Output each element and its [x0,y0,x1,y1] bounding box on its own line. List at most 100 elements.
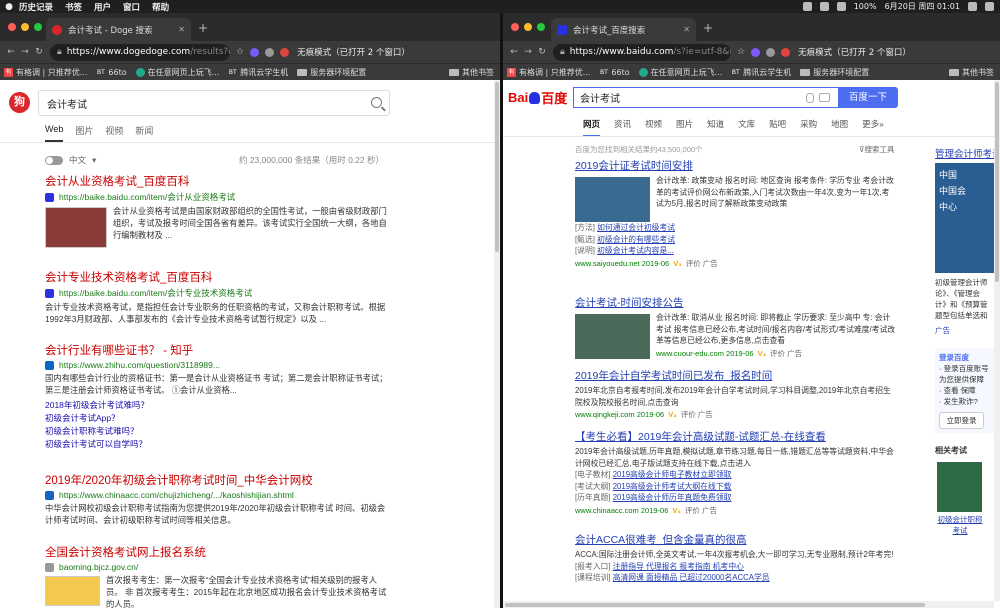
related-book-caption[interactable]: 初级会计职称考试 [935,514,985,536]
doge-logo[interactable]: 狗 [9,92,30,113]
login-card-line[interactable]: · 查看 保障 [939,385,996,396]
result-thumbnail[interactable] [575,177,650,222]
result-title[interactable]: 2019年会计自学考试时间已发布_报名时间 [575,370,897,383]
tab-wenku[interactable]: 文库 [738,118,755,137]
horizontal-scrollbar[interactable] [503,601,994,608]
tab-videos[interactable]: 视频 [645,118,662,137]
microphone-icon[interactable] [806,93,814,103]
result-meta[interactable]: 评价 广告 [686,258,718,269]
search-input[interactable]: 会计考试 [38,90,390,116]
tab-images[interactable]: 图片 [676,118,693,137]
sidebar-ad-title[interactable]: 管理会计师考试 [935,146,1000,160]
forward-button[interactable]: → [18,47,32,57]
scrollbar-thumb[interactable] [495,82,499,252]
tab-images[interactable]: 图片 [75,124,93,142]
ad-label[interactable]: 广告 [935,325,1000,336]
control-center-icon[interactable] [985,2,994,11]
search-input[interactable]: 会计考试 [573,87,838,108]
result-title[interactable]: 会计考试-时间安排公告 [575,297,897,310]
related-link[interactable]: 初级会计考试可以自学吗？ [45,438,390,451]
tab-doge-search[interactable]: 会计考试 - Doge 搜索 ✕ [46,18,191,41]
result-meta[interactable]: 评价 广告 [681,409,713,420]
back-button[interactable]: ← [4,47,18,57]
sub-link[interactable]: 初级会计的有哪些考试 [597,235,675,244]
extension-icon[interactable] [265,47,275,57]
tab-map[interactable]: 地图 [831,118,848,137]
related-link[interactable]: 2018年初级会计考试难吗？ [45,399,390,412]
back-button[interactable]: ← [507,47,521,57]
tab-news[interactable]: 资讯 [614,118,631,137]
menu-help[interactable]: 帮助 [152,1,169,13]
close-window-button[interactable] [8,23,16,31]
search-button[interactable]: 百度一下 [838,87,898,108]
menu-user[interactable]: 用户 [94,1,111,13]
bookmark-item[interactable]: 有有格调 | 只推荐优... [507,67,590,78]
tab-news[interactable]: 新闻 [135,124,153,142]
result-title[interactable]: 会计ACCA很难考_但含金量真的很高 [575,534,897,547]
scrollbar[interactable] [994,80,1000,601]
sub-link[interactable]: 高清网课 面授精品 已超过20000名ACCA学员 [613,573,770,582]
baidu-logo[interactable]: Bai 百度 [508,88,567,107]
search-tools[interactable]: ⊽搜索工具 [859,144,895,155]
other-bookmarks[interactable]: 其他书签 [949,67,994,78]
result-url[interactable]: https://baike.baidu.com/item/会计专业技术资格考试 [59,287,252,299]
result-title[interactable]: 会计专业技术资格考试_百度百科 [45,271,390,285]
tab-baidu-search[interactable]: 会计考试_百度搜索 ✕ [551,18,696,41]
result-title[interactable]: 全国会计资格考试网上报名系统 [45,546,390,560]
result-url[interactable]: https://www.chinaacc.com/chujizhicheng/.… [59,490,294,500]
bookmark-star-icon[interactable]: ☆ [236,47,244,57]
reload-button[interactable]: ↻ [535,47,549,57]
related-book-image[interactable] [937,462,982,512]
status-app-icon[interactable] [802,2,812,11]
related-link[interactable]: 初级会计职称考试难吗？ [45,425,390,438]
minimize-window-button[interactable] [21,23,29,31]
incognito-badge[interactable]: 无痕模式（已打开 2 个窗口） [297,46,410,58]
horizontal-scrollbar-thumb[interactable] [505,603,925,607]
sub-link[interactable]: 注册指导 代理报名 报考指南 机考中心 [613,562,744,571]
close-tab-icon[interactable]: ✕ [683,25,690,34]
tab-web[interactable]: Web [45,124,64,142]
safe-search-toggle[interactable] [45,155,63,165]
zoom-window-button[interactable] [537,23,545,31]
bookmark-star-icon[interactable]: ☆ [737,47,745,57]
result-title[interactable]: 2019年/2020年初级会计职称考试时间_中华会计网校 [45,474,390,488]
result-title[interactable]: 【考生必看】2019年会计高级试题-试题汇总-在线查看 [575,431,897,444]
extension-icon[interactable] [766,47,776,57]
menu-bookmarks[interactable]: 书签 [65,1,82,13]
result-meta[interactable]: 评价 广告 [770,348,802,359]
sub-link[interactable]: 初级会计考试内容是... [597,246,674,255]
close-window-button[interactable] [511,23,519,31]
bookmark-item[interactable]: BT 腾讯云学生机 [731,67,791,78]
scrollbar-thumb[interactable] [995,82,999,282]
result-title[interactable]: 会计从业资格考试_百度百科 [45,175,390,189]
login-card-line[interactable]: · 发生欺诈? [939,396,996,407]
camera-icon[interactable] [819,93,830,102]
sub-link[interactable]: 如何通过会计初级考试 [597,223,675,232]
apple-menu-icon[interactable]: ● [4,2,14,12]
chevron-down-icon[interactable]: ▾ [92,155,96,166]
clock[interactable]: 6月20日 周四 01:01 [885,1,960,12]
search-icon[interactable] [371,97,382,108]
sub-link[interactable]: 2019高级会计师电子教材立即领取 [613,470,732,479]
login-card-line[interactable]: · 登录百度账号 [939,363,996,374]
tab-zhidao[interactable]: 知道 [707,118,724,137]
tab-caigou[interactable]: 采购 [800,118,817,137]
bookmark-folder[interactable]: 服务器环境配置 [800,67,869,78]
zoom-window-button[interactable] [34,23,42,31]
bookmark-item[interactable]: BT 66to [599,68,630,77]
result-url[interactable]: www.chinaacc.com 2019-06 [575,506,668,515]
result-url[interactable]: www.cuour-edu.com 2019-06 [656,349,754,358]
bookmark-item[interactable]: 有有格调 | 只推荐优... [4,67,87,78]
result-url[interactable]: https://www.zhihu.com/question/3118989..… [59,360,220,370]
volume-icon[interactable] [836,2,846,11]
wifi-icon[interactable] [819,2,829,11]
result-meta[interactable]: 评价 广告 [685,505,717,516]
minimize-window-button[interactable] [524,23,532,31]
close-tab-icon[interactable]: ✕ [178,25,185,34]
result-url[interactable]: baoming.bjcz.gov.cn/ [59,562,138,572]
result-title[interactable]: 2019会计证考试时间安排 [575,160,897,173]
address-bar[interactable]: 🔒︎ https://www.baidu.com /s?ie=utf-8&f=8… [553,43,731,61]
tab-videos[interactable]: 视频 [105,124,123,142]
tab-more[interactable]: 更多» [862,118,884,137]
new-tab-button[interactable]: + [198,21,208,35]
